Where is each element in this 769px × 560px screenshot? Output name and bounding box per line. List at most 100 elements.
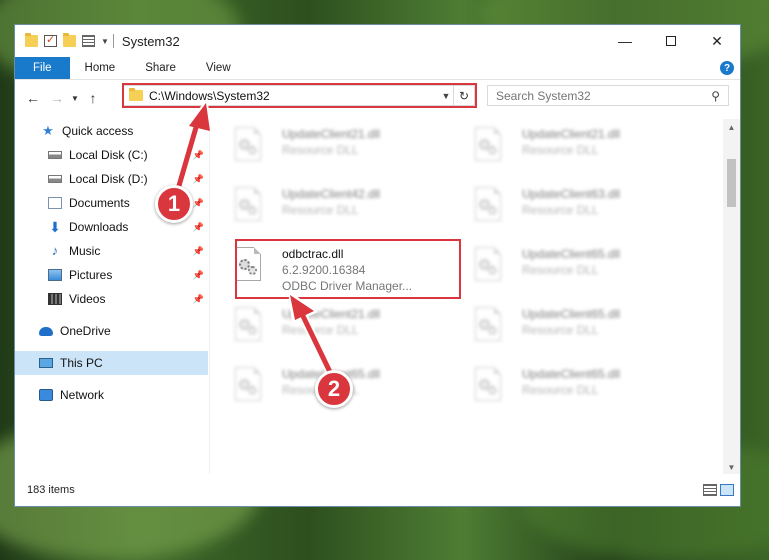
file-tile[interactable]: UpdateClient65.dll Resource DLL bbox=[451, 239, 676, 289]
dll-file-icon bbox=[475, 307, 505, 343]
close-button[interactable]: ✕ bbox=[694, 25, 740, 57]
file-tile[interactable]: UpdateClient65.dll Resource DLL bbox=[451, 299, 676, 349]
file-name: UpdateClient65.dll bbox=[522, 367, 621, 381]
dll-file-icon bbox=[475, 187, 505, 223]
file-type: Resource DLL bbox=[522, 143, 599, 157]
scroll-down-icon[interactable]: ▼ bbox=[723, 463, 740, 472]
file-name: UpdateClient21.dll bbox=[282, 127, 381, 141]
pin-icon[interactable]: 📌 bbox=[193, 246, 204, 257]
sidebar-item-label: Pictures bbox=[69, 268, 113, 282]
drive-icon bbox=[48, 151, 62, 159]
pane-divider[interactable] bbox=[209, 119, 210, 474]
file-type: Resource DLL bbox=[522, 323, 599, 337]
pin-icon[interactable]: 📌 bbox=[193, 294, 204, 305]
sidebar-item-onedrive[interactable]: OneDrive bbox=[15, 319, 208, 343]
sidebar-item-this-pc[interactable]: This PC bbox=[15, 351, 208, 375]
sidebar-item-label: Videos bbox=[69, 292, 106, 306]
address-bar-highlight bbox=[122, 83, 477, 108]
explorer-window: ▼ System32 — ✕ File Home Share View ? ← … bbox=[14, 24, 741, 507]
status-bar: 183 items bbox=[15, 474, 740, 506]
file-tile[interactable]: UpdateClient63.dll Resource DLL bbox=[451, 179, 676, 229]
scroll-thumb[interactable] bbox=[727, 159, 736, 207]
file-tile[interactable]: UpdateClient65.dll Resource DLL bbox=[451, 359, 676, 409]
file-tile[interactable]: UpdateClient21.dll Resource DLL bbox=[211, 299, 436, 349]
pin-icon[interactable]: 📌 bbox=[193, 198, 204, 209]
search-input[interactable] bbox=[496, 88, 712, 103]
folder-icon[interactable] bbox=[25, 33, 38, 47]
file-tile[interactable]: UpdateClient42.dll Resource DLL bbox=[211, 179, 436, 229]
sidebar-item-network[interactable]: Network bbox=[15, 383, 208, 407]
forward-arrow-icon[interactable]: → bbox=[45, 90, 69, 106]
sidebar-item-local-disk-c[interactable]: Local Disk (C:) 📌 bbox=[15, 143, 208, 167]
file-tile[interactable]: UpdateClient21.dll Resource DLL bbox=[451, 119, 676, 169]
network-icon bbox=[39, 389, 53, 401]
maximize-button[interactable] bbox=[648, 25, 694, 57]
window-title: System32 bbox=[121, 33, 180, 49]
tiles-view-icon[interactable] bbox=[720, 484, 734, 496]
sidebar-item-label: This PC bbox=[60, 356, 103, 370]
file-name: UpdateClient21.dll bbox=[282, 307, 381, 321]
tab-share[interactable]: Share bbox=[130, 57, 191, 79]
close-icon: ✕ bbox=[711, 32, 723, 49]
dll-file-icon bbox=[235, 127, 265, 163]
sidebar-item-videos[interactable]: Videos 📌 bbox=[15, 287, 208, 311]
sidebar-item-quick-access[interactable]: ★ Quick access bbox=[15, 119, 208, 143]
sidebar-item-label: Music bbox=[69, 244, 101, 258]
file-type: Resource DLL bbox=[522, 263, 599, 277]
file-name: UpdateClient63.dll bbox=[522, 187, 621, 201]
dll-file-icon bbox=[235, 187, 265, 223]
scroll-up-icon[interactable]: ▲ bbox=[723, 123, 740, 132]
up-arrow-icon[interactable]: ↑ bbox=[81, 90, 105, 106]
tab-file[interactable]: File bbox=[15, 57, 70, 79]
cloud-icon bbox=[39, 326, 53, 336]
sidebar-item-label: Local Disk (D:) bbox=[69, 172, 148, 186]
pin-icon[interactable]: 📌 bbox=[193, 222, 204, 233]
documents-icon bbox=[48, 197, 62, 209]
properties-check-icon[interactable] bbox=[44, 33, 57, 47]
dll-file-icon bbox=[235, 307, 265, 343]
sidebar-item-pictures[interactable]: Pictures 📌 bbox=[15, 263, 208, 287]
back-arrow-icon[interactable]: ← bbox=[21, 90, 45, 106]
maximize-icon bbox=[666, 36, 676, 46]
pin-icon[interactable]: 📌 bbox=[193, 174, 204, 185]
vertical-scrollbar[interactable]: ▲ ▼ bbox=[723, 119, 740, 474]
pin-icon[interactable]: 📌 bbox=[193, 150, 204, 161]
file-type: Resource DLL bbox=[282, 203, 359, 217]
window-controls: — ✕ bbox=[602, 25, 740, 57]
properties-icon[interactable] bbox=[82, 35, 95, 47]
new-folder-icon[interactable] bbox=[63, 33, 76, 47]
ribbon-tabs: File Home Share View ? bbox=[15, 57, 740, 80]
dll-file-icon bbox=[475, 367, 505, 403]
minimize-button[interactable]: — bbox=[602, 25, 648, 57]
drive-icon bbox=[48, 175, 62, 183]
pictures-icon bbox=[48, 269, 62, 281]
nav-buttons: ← → ▼ ↑ bbox=[15, 90, 105, 106]
sidebar-item-label: Quick access bbox=[62, 124, 134, 138]
search-box[interactable]: ⚲ bbox=[487, 85, 729, 106]
details-view-icon[interactable] bbox=[703, 484, 717, 496]
pin-icon[interactable]: 📌 bbox=[193, 270, 204, 281]
help-icon[interactable]: ? bbox=[720, 61, 734, 75]
search-icon[interactable]: ⚲ bbox=[711, 89, 720, 103]
tab-view[interactable]: View bbox=[191, 57, 246, 79]
sidebar-item-label: Network bbox=[60, 388, 105, 402]
file-highlight bbox=[235, 239, 461, 299]
star-icon: ★ bbox=[42, 123, 54, 138]
dll-file-icon bbox=[235, 367, 265, 403]
sidebar-item-label: Downloads bbox=[69, 220, 129, 234]
download-icon: ⬇ bbox=[49, 219, 61, 235]
file-tile[interactable]: UpdateClient21.dll Resource DLL bbox=[211, 119, 436, 169]
dll-file-icon bbox=[475, 247, 505, 283]
tab-home[interactable]: Home bbox=[70, 57, 131, 79]
minimize-icon: — bbox=[618, 33, 632, 49]
step-1-badge: 1 bbox=[155, 185, 193, 223]
navigation-pane: ★ Quick access Local Disk (C:) 📌 Local D… bbox=[15, 119, 208, 474]
sidebar-item-music[interactable]: ♪ Music 📌 bbox=[15, 239, 208, 263]
sidebar-item-label: OneDrive bbox=[60, 324, 111, 338]
recent-locations-icon[interactable]: ▼ bbox=[69, 94, 81, 103]
title-bar: ▼ System32 — ✕ bbox=[15, 25, 740, 57]
toolbar-dropdown-icon[interactable]: ▼ bbox=[101, 37, 109, 46]
view-switcher bbox=[703, 484, 734, 496]
